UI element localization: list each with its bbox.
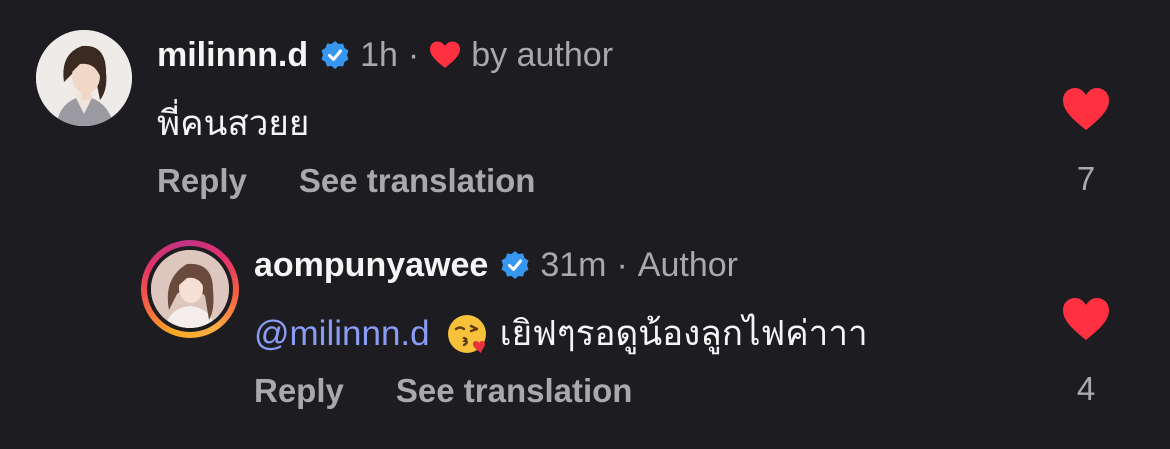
see-translation-button[interactable]: See translation: [396, 372, 633, 410]
mention-link[interactable]: @milinnn.d: [254, 314, 430, 354]
like-count: 4: [1076, 370, 1096, 407]
avatar-image: [151, 250, 229, 328]
avatar[interactable]: [151, 250, 229, 328]
comment-text-line: @milinnn.d เยิฟๆรอดูน้องลูกไฟค่าาา: [254, 306, 868, 361]
like-count: 7: [1076, 160, 1096, 197]
verified-badge-icon: [500, 250, 530, 280]
heart-icon: [429, 40, 461, 70]
comment-text: เยิฟๆรอดูน้องลูกไฟค่าาา: [499, 314, 868, 354]
heart-icon: [1063, 88, 1109, 130]
like-button[interactable]: [1061, 296, 1111, 342]
liked-by-author-label: by author: [471, 35, 614, 74]
comment-header: milinnn.d 1h · by author: [157, 32, 613, 78]
avatar-image: [36, 30, 132, 126]
verified-badge-icon: [320, 40, 350, 70]
avatar[interactable]: [36, 30, 132, 126]
reply-button[interactable]: Reply: [254, 372, 344, 410]
separator-dot: ·: [407, 35, 420, 74]
author-badge: Author: [637, 245, 738, 284]
like-button[interactable]: [1061, 86, 1111, 132]
heart-icon: [1063, 298, 1109, 340]
reply-button[interactable]: Reply: [157, 162, 247, 200]
kiss-face-emoji-icon: [446, 312, 490, 356]
comment-actions: Reply See translation: [254, 372, 632, 410]
separator-dot: ·: [616, 245, 628, 284]
comment-actions: Reply See translation: [157, 162, 535, 200]
username[interactable]: aompunyawee: [254, 246, 488, 285]
comment-header: aompunyawee 31m · Author: [254, 242, 738, 288]
username[interactable]: milinnn.d: [157, 36, 308, 75]
see-translation-button[interactable]: See translation: [299, 162, 536, 200]
comment-time: 31m: [540, 245, 607, 284]
comment-text: พี่คนสวยย: [157, 104, 310, 144]
comment-time: 1h: [360, 35, 398, 74]
